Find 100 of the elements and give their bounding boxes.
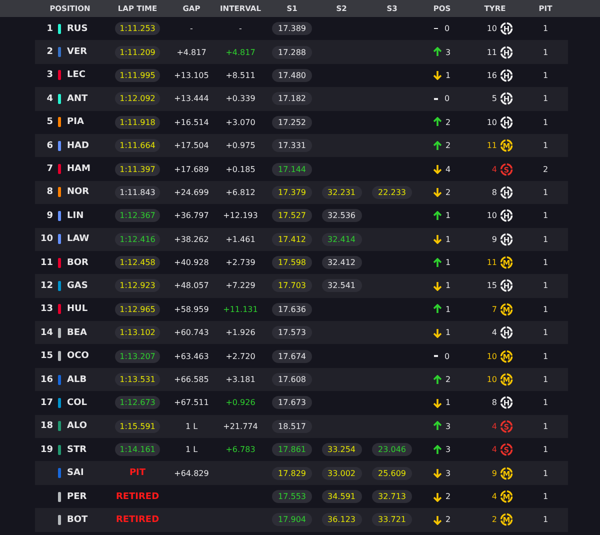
position-number: 2	[46, 47, 53, 58]
pit-count: 1	[542, 468, 548, 478]
position-number: 7	[46, 164, 53, 174]
pit-count: 1	[542, 281, 548, 290]
position-change: 4	[445, 164, 451, 174]
position-number: 1	[46, 24, 53, 34]
driver-code: OCO	[67, 351, 89, 362]
tyre-age: 10	[486, 211, 497, 220]
lap-time: 1:12.416	[114, 232, 160, 246]
tyre-age: 4	[492, 445, 497, 454]
position-change: 2	[445, 515, 451, 524]
sector-time: 17.331	[272, 139, 312, 152]
gap-text: +58.959	[174, 304, 209, 314]
interval-text: +11.131	[223, 304, 258, 314]
down-arrow-icon	[433, 187, 442, 198]
position-change: 3	[445, 48, 451, 57]
position-number: 4	[46, 94, 53, 104]
gap-text: +64.829	[174, 468, 209, 478]
sector-time: 18.517	[272, 420, 312, 433]
dash-icon	[434, 355, 438, 357]
sector-time: 17.412	[272, 232, 312, 246]
lap-time: 1:13.531	[114, 373, 160, 386]
sector-time: 25.609	[372, 466, 412, 480]
interval-text: +1.926	[226, 328, 256, 338]
interval-text: +6.812	[226, 188, 256, 197]
sector-time: 22.233	[372, 186, 412, 199]
tyre-age: 11	[486, 258, 497, 268]
interval-text: +2.739	[226, 258, 256, 268]
pit-count: 1	[542, 375, 548, 384]
driver-code: ANT	[67, 94, 88, 104]
down-arrow-icon	[433, 514, 442, 525]
pit-count: 1	[542, 94, 548, 104]
driver-code: ALO	[67, 421, 88, 432]
position-change: 1	[445, 398, 451, 408]
sector-time: 17.636	[272, 302, 312, 316]
up-arrow-icon	[433, 444, 442, 455]
up-arrow-icon	[433, 47, 442, 58]
lap-time: 1:11.209	[114, 46, 160, 59]
pit-count: 1	[542, 515, 548, 524]
lap-time: 1:12.367	[114, 209, 160, 222]
sector-time: 17.527	[272, 209, 312, 222]
lap-time: 1:13.207	[114, 350, 160, 363]
driver-code: BOT	[67, 514, 88, 525]
position-change: 1	[445, 328, 451, 338]
up-arrow-icon	[433, 258, 442, 268]
sector-time: 32.713	[372, 490, 412, 503]
tyre-age: 10	[486, 375, 497, 384]
driver-code: NOR	[67, 187, 90, 198]
tyre-age: 5	[492, 94, 497, 104]
status-text: RETIRED	[116, 514, 160, 525]
sector-time: 32.414	[322, 232, 362, 246]
driver-code: PER	[67, 492, 87, 502]
sector-time: 33.254	[322, 443, 362, 456]
interval-text: +21.774	[223, 422, 258, 431]
interval-text: +0.185	[226, 164, 256, 174]
down-arrow-icon	[433, 164, 442, 174]
gap-text: 1 L	[185, 445, 198, 454]
position-change: 2	[445, 375, 451, 384]
gap-text: +38.262	[174, 234, 209, 244]
tyre-age: 2	[492, 515, 497, 524]
pit-count: 1	[542, 352, 548, 361]
down-arrow-icon	[433, 234, 442, 244]
sector-time: 32.412	[322, 256, 362, 270]
gap-text: +67.511	[174, 398, 209, 408]
sector-time: 33.721	[372, 513, 412, 526]
position-number: 15	[39, 351, 53, 362]
gap-text: +36.797	[174, 211, 209, 220]
lap-time: 1:11.664	[114, 139, 160, 152]
up-arrow-icon	[433, 140, 442, 151]
sector-time: 17.608	[272, 373, 312, 386]
tyre-age: 9	[492, 234, 497, 244]
driver-code: BOR	[67, 258, 88, 268]
position-change: 2	[445, 492, 451, 501]
tyre-age: 10	[486, 118, 497, 127]
driver-code: PIA	[67, 117, 84, 128]
sector-time: 17.829	[272, 466, 312, 480]
lap-time: 1:13.102	[114, 326, 160, 340]
gap-text: +13.105	[174, 70, 209, 80]
interval-text: +3.181	[226, 375, 256, 384]
tyre-age: 8	[492, 398, 497, 408]
lap-time: 1:15.591	[114, 420, 160, 433]
sector-time: 17.904	[272, 513, 312, 526]
interval-text: +0.339	[226, 94, 256, 104]
gap-text: +17.504	[174, 141, 209, 150]
lap-time: 1:12.092	[114, 92, 160, 106]
interval-text: +8.511	[226, 70, 256, 80]
position-number: 6	[46, 140, 53, 151]
down-arrow-icon	[433, 70, 442, 80]
tyre-age: 16	[486, 70, 497, 80]
tyre-age: 8	[492, 188, 497, 197]
interval-text: +7.229	[226, 281, 256, 290]
driver-code: COL	[67, 398, 87, 408]
lap-time: 1:11.918	[114, 116, 160, 129]
sector-time: 17.182	[272, 92, 312, 106]
sector-time: 17.598	[272, 256, 312, 270]
tyre-age: 15	[486, 281, 497, 290]
gap-text: +17.689	[174, 164, 209, 174]
position-number: 11	[39, 258, 53, 268]
pit-count: 1	[542, 398, 548, 408]
lap-time: 1:11.843	[114, 186, 160, 199]
